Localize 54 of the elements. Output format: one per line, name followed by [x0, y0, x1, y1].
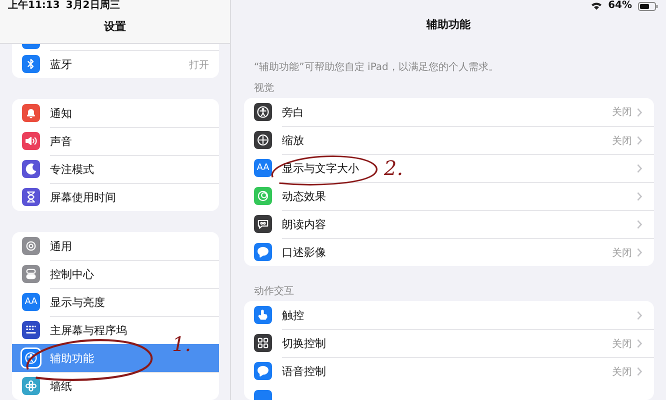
item-label: 墙纸	[50, 379, 72, 394]
settings-row[interactable]: 动态效果	[244, 182, 654, 210]
sidebar-item[interactable]: 墙纸	[12, 372, 219, 400]
text-size-icon: AA	[22, 293, 40, 311]
sidebar-item[interactable]: 通知	[12, 99, 219, 127]
settings-row[interactable]: 切换控制 关闭	[244, 329, 654, 357]
sidebar-item[interactable]: 专注模式	[12, 155, 219, 183]
settings-row[interactable]: 语音控制 关闭	[244, 357, 654, 385]
item-label: 辅助功能	[50, 351, 94, 366]
item-label: 声音	[50, 134, 72, 149]
item-label: 语音控制	[282, 364, 326, 379]
item-label: 触控	[282, 308, 304, 322]
settings-row[interactable]: 口述影像 关闭	[244, 238, 654, 266]
page-title: 辅助功能	[426, 17, 470, 32]
sidebar-title: 设置	[104, 19, 126, 34]
description-text: “辅助功能”可帮助您自定 iPad，以满足您的个人需求。	[253, 61, 500, 75]
status-date: 3月2日周三	[66, 0, 120, 12]
sidebar-item[interactable]: 通用	[12, 232, 219, 260]
item-label: 动态效果	[282, 189, 326, 204]
item-value: 关闭	[612, 366, 632, 378]
item-label: 通用	[50, 238, 72, 254]
item-label: 显示与亮度	[50, 295, 105, 310]
battery-percentage: 64%	[608, 0, 632, 12]
text-size-icon: AA	[254, 159, 272, 177]
item-label: 主屏幕与程序坞	[50, 323, 127, 338]
settings-row[interactable]: AA 显示与文字大小 2.	[244, 154, 654, 182]
item-label: 显示与文字大小	[282, 161, 359, 176]
sidebar-item[interactable]: AA 显示与亮度	[12, 288, 219, 316]
sidebar-item[interactable]: 控制中心	[12, 260, 219, 288]
section-header: 视觉	[253, 83, 275, 95]
section-header: 动作交互	[253, 286, 295, 298]
handwritten-number: 2.	[384, 156, 404, 180]
item-value: 关闭	[612, 246, 632, 260]
item-label: 专注模式	[50, 162, 94, 177]
item-label: 蓝牙	[50, 57, 72, 72]
item-label: 口述影像	[282, 245, 326, 260]
sidebar-item[interactable]: 蓝牙 打开	[12, 50, 219, 78]
item-value: 关闭	[612, 106, 632, 119]
item-value: 打开	[189, 58, 209, 72]
item-label: 控制中心	[50, 267, 94, 282]
sidebar-item[interactable]: 屏幕使用时间	[12, 183, 219, 211]
settings-row[interactable]: 触控	[244, 301, 654, 329]
item-value: 关闭	[612, 338, 632, 350]
item-label: 朗读内容	[282, 217, 326, 232]
settings-row[interactable]: 缩放 关闭	[244, 126, 654, 154]
item-label: 屏幕使用时间	[50, 190, 116, 205]
item-label: 旁白	[282, 104, 304, 120]
item-label: 缩放	[282, 133, 304, 148]
settings-row[interactable]: 朗读内容	[244, 210, 654, 238]
settings-row[interactable]: 旁白 关闭	[244, 98, 654, 126]
item-label: 切换控制	[282, 336, 326, 351]
item-label: 通知	[50, 106, 72, 120]
item-value: 关闭	[612, 134, 632, 148]
sidebar-item[interactable]: 声音	[12, 127, 219, 155]
